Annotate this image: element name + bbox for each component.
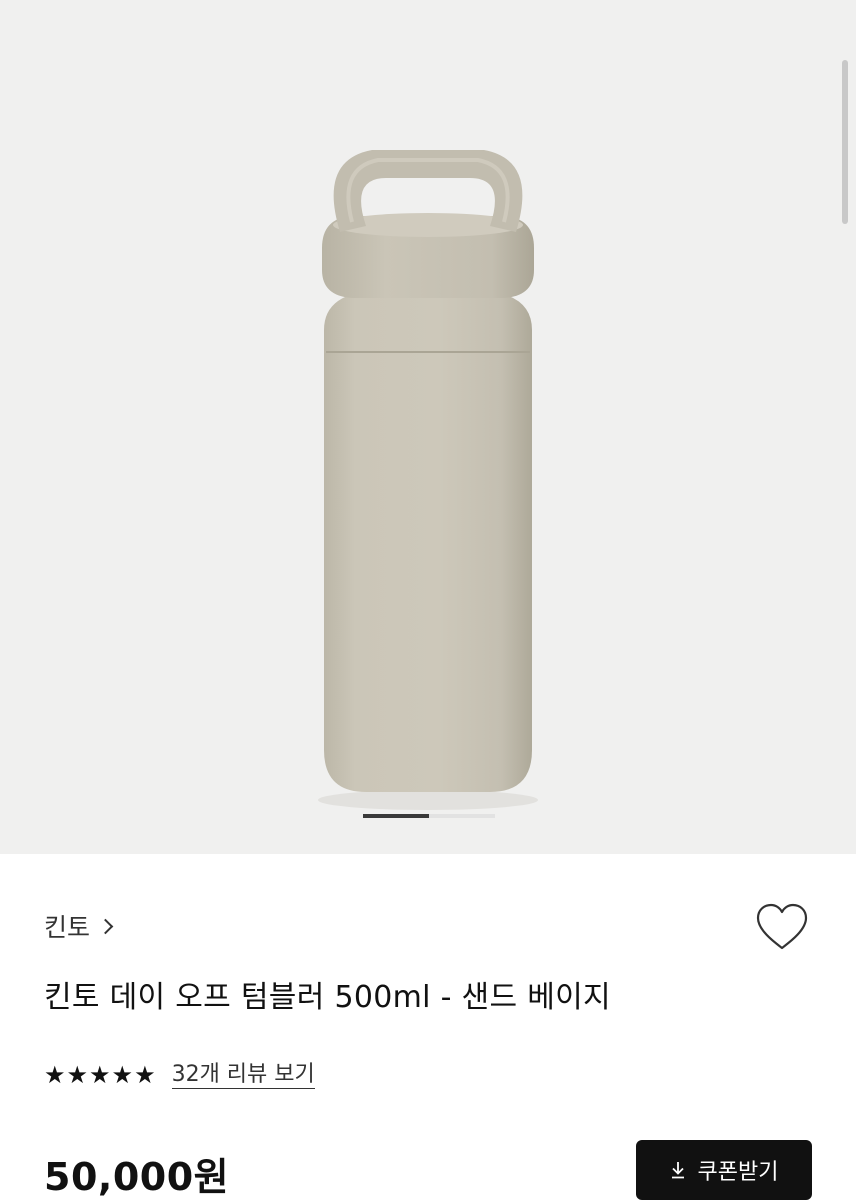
star-filled-icon: ★	[134, 1061, 156, 1089]
gallery-pager-progress	[363, 814, 429, 818]
product-title: 킨토 데이 오프 텀블러 500ml - 샌드 베이지	[44, 980, 611, 1015]
page-scrollbar[interactable]	[842, 60, 848, 224]
star-filled-icon: ★	[111, 1061, 134, 1089]
product-info: 킨토 킨토 데이 오프 텀블러 500ml - 샌드 베이지 ★ ★ ★ ★ ★ 32개…	[0, 854, 856, 1200]
product-price: 50,000원	[44, 1155, 230, 1199]
star-filled-icon: ★	[44, 1061, 66, 1089]
coupon-download-button[interactable]: 쿠폰받기	[636, 1140, 812, 1200]
product-rating: ★ ★ ★ ★ ★ 32개 리뷰 보기	[44, 1060, 315, 1090]
gallery-pager[interactable]	[363, 814, 495, 818]
brand-link[interactable]: 킨토	[44, 908, 114, 944]
chevron-right-icon	[97, 918, 114, 934]
rating-stars: ★ ★ ★ ★ ★	[44, 1060, 156, 1090]
product-image-gallery[interactable]	[0, 0, 856, 854]
product-detail-page: 킨토 킨토 데이 오프 텀블러 500ml - 샌드 베이지 ★ ★ ★ ★ ★ 32개…	[0, 0, 856, 1200]
product-image-tumbler	[318, 150, 538, 810]
download-icon	[671, 1162, 684, 1179]
coupon-button-label: 쿠폰받기	[697, 1160, 779, 1185]
brand-name: 킨토	[44, 913, 91, 942]
review-link[interactable]: 32개 리뷰 보기	[171, 1062, 315, 1089]
star-filled-icon: ★	[89, 1061, 111, 1089]
wishlist-button[interactable]	[754, 902, 810, 952]
star-filled-icon: ★	[66, 1061, 89, 1089]
heart-outline-icon	[756, 903, 808, 950]
